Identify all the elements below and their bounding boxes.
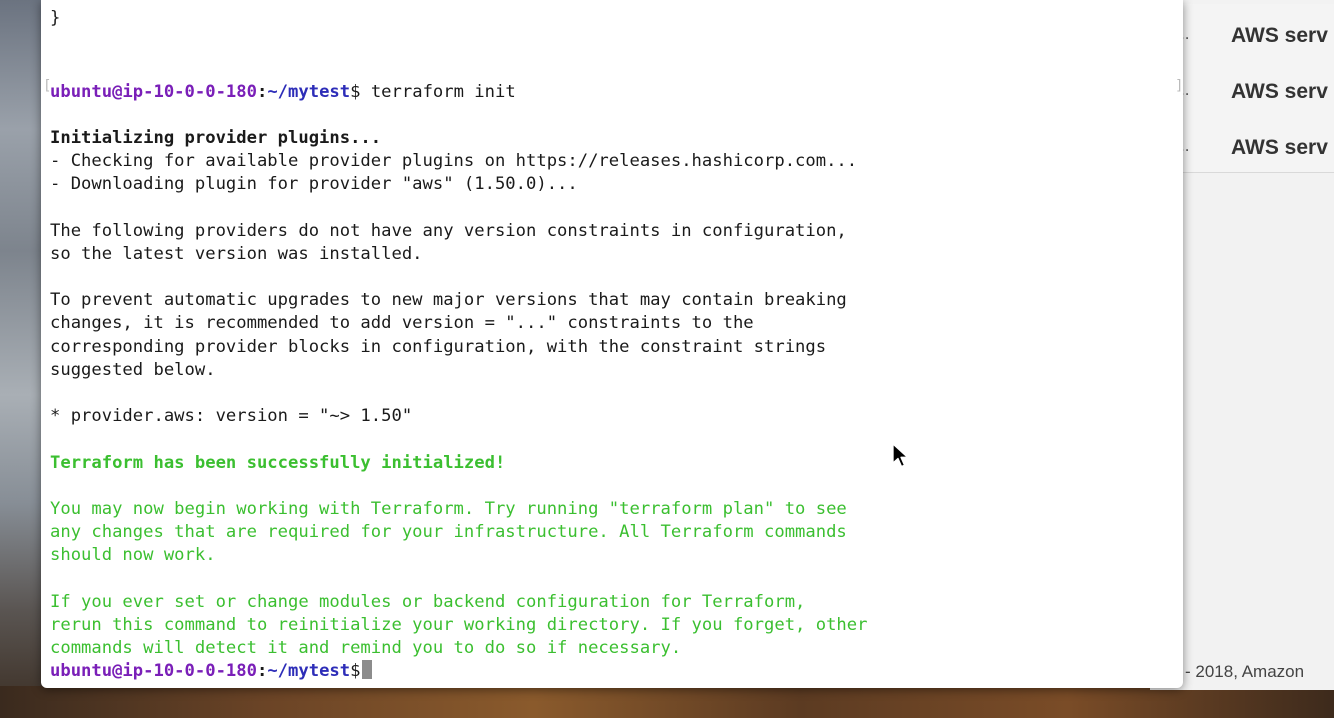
desktop-wallpaper-bottom — [0, 686, 1334, 718]
success-message: Terraform has been successfully initiali… — [50, 452, 506, 473]
command-line: ubuntu@ip-10-0-0-180:~/mytest$ terraform… — [50, 81, 1183, 104]
prompt-user: ubuntu@ip-10-0-0-180 — [50, 661, 257, 682]
terminal-line: any changes that are required for your i… — [50, 522, 847, 543]
copyright-footer: - 2018, Amazon — [1185, 662, 1305, 681]
selection-bracket: [ — [43, 78, 52, 94]
selection-bracket: ] — [1175, 78, 1183, 94]
prompt-path: ~/mytest — [267, 661, 351, 682]
aws-service-link[interactable]: AWS serv — [1231, 136, 1328, 160]
desktop-wallpaper — [0, 0, 44, 718]
terminal-line: changes, it is recommended to add versio… — [50, 313, 754, 334]
prompt-symbol: $ — [350, 661, 361, 682]
terminal-line: should now work. — [50, 545, 216, 566]
prompt-user: ubuntu@ip-10-0-0-180 — [50, 81, 257, 102]
terminal-line: If you ever set or change modules or bac… — [50, 591, 806, 612]
prompt-path: ~/mytest — [267, 81, 351, 102]
terminal-line: You may now begin working with Terraform… — [50, 498, 847, 519]
text-cursor[interactable] — [362, 660, 373, 680]
active-prompt-line[interactable]: ubuntu@ip-10-0-0-180:~/mytest$ — [50, 660, 1183, 683]
terminal-line: commands will detect it and remind you t… — [50, 638, 682, 659]
terminal-line: - Checking for available provider plugin… — [50, 151, 858, 172]
terminal-line: rerun this command to reinitialize your … — [50, 614, 868, 635]
terminal-window[interactable]: } ubuntu@ip-10-0-0-180:~/mytest$ terrafo… — [41, 0, 1183, 688]
aws-service-link[interactable]: AWS serv — [1231, 80, 1328, 104]
terminal-line: - Downloading plugin for provider "aws" … — [50, 174, 578, 195]
terminal-line: The following providers do not have any … — [50, 220, 847, 241]
terminal-line: so the latest version was installed. — [50, 243, 423, 264]
terminal-line: corresponding provider blocks in configu… — [50, 336, 827, 357]
terminal-line: suggested below. — [50, 359, 216, 380]
command-text: terraform init — [360, 81, 516, 102]
terminal-line: To prevent automatic upgrades to new maj… — [50, 290, 847, 311]
prompt-separator: : — [256, 661, 268, 682]
provider-version-line: * provider.aws: version = "~> 1.50" — [50, 406, 413, 427]
prompt-separator: : — [256, 81, 268, 102]
prompt-symbol: $ — [350, 81, 361, 102]
aws-service-link[interactable]: AWS serv — [1231, 24, 1328, 48]
mouse-pointer-icon — [892, 443, 909, 468]
terminal-output[interactable]: } ubuntu@ip-10-0-0-180:~/mytest$ terrafo… — [50, 0, 1183, 683]
terminal-line: } — [50, 8, 61, 28]
init-heading: Initializing provider plugins... — [50, 127, 382, 148]
